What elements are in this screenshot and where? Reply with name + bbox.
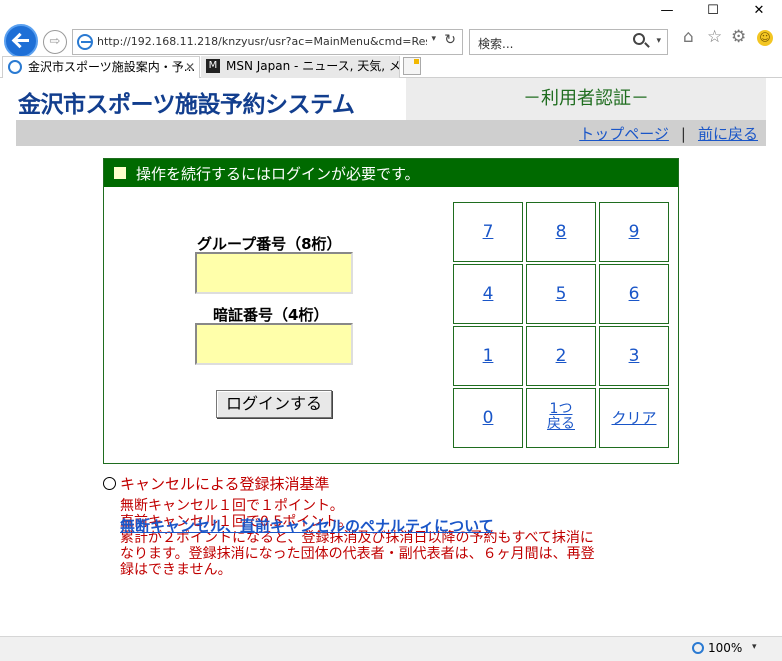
ie-logo-icon [77,34,93,50]
search-input[interactable]: 検索... [478,35,513,52]
key-label: 8 [555,222,567,242]
key-label: 6 [628,284,640,304]
key-label: 2 [555,346,567,366]
login-required-message: 操作を続行するにはログインが必要です。 [136,165,420,183]
key-6[interactable]: 6 [599,264,669,324]
msn-logo-icon: M [206,59,220,73]
search-icon[interactable] [633,33,645,45]
square-bullet-icon [114,167,126,179]
login-panel: 操作を続行するにはログインが必要です。 グループ番号（8桁） 暗証番号（4桁） … [103,158,679,464]
new-tab-icon[interactable] [403,57,421,75]
notice-line: 無断キャンセル１回で１ポイント。 [120,498,344,514]
tab-close-icon[interactable]: ✕ [185,57,195,77]
close-window-button[interactable]: ✕ [736,2,782,20]
backspace-top-label: 1つ [549,401,573,417]
key-label: 5 [555,284,567,304]
site-title: 金沢市スポーツ施設予約システム [18,92,355,118]
address-url[interactable]: http://192.168.11.218/knzyusr/usr?ac=Mai… [97,35,427,48]
circle-bullet-icon [103,477,116,490]
search-box[interactable]: 検索... ▾ [469,29,668,55]
zoom-level[interactable]: 100% [708,641,742,655]
notice-body: 無断キャンセル１回で１ポイント。 直前キャンセル１回で0.5ポイント。 累計が２… [120,498,680,578]
pin-field[interactable] [195,323,353,365]
login-button[interactable]: ログインする [216,390,332,418]
key-label: クリア [611,409,657,427]
tab-kanazawa-sports[interactable]: 金沢市スポーツ施設案内・予... ✕ [2,56,200,78]
key-label: 9 [628,222,640,242]
key-7[interactable]: 7 [453,202,523,262]
tab-label: MSN Japan - ニュース, 天気, メー... [226,59,400,73]
notice-line: なります。登録抹消になった団体の代表者・副代表者は、６ヶ月間は、再登 [120,546,595,562]
key-label: 3 [628,346,640,366]
key-backspace[interactable]: 1つ 戻る [526,388,596,448]
tab-bar: 金沢市スポーツ施設案内・予... ✕ M MSN Japan - ニュース, 天… [0,56,782,78]
page-title: －利用者認証－ [523,88,649,109]
forward-icon[interactable]: ⇨ [43,30,67,54]
key-5[interactable]: 5 [526,264,596,324]
notice-line: 録はできません。 [120,562,232,578]
group-number-field[interactable] [195,252,353,294]
link-bar: トップページ | 前に戻る [16,120,766,146]
zoom-dropdown-icon[interactable]: ▾ [752,642,757,652]
notice-heading-text: キャンセルによる登録抹消基準 [120,475,330,493]
browser-navbar: ⇨ http://192.168.11.218/knzyusr/usr?ac=M… [0,22,782,58]
back-icon[interactable] [4,24,38,58]
link-separator: | [680,125,686,143]
key-label: 0 [482,408,494,428]
address-bar[interactable]: http://192.168.11.218/knzyusr/usr?ac=Mai… [72,29,463,55]
key-clear[interactable]: クリア [599,388,669,448]
key-4[interactable]: 4 [453,264,523,324]
key-9[interactable]: 9 [599,202,669,262]
search-dropdown-icon[interactable]: ▾ [656,36,661,46]
tab-label: 金沢市スポーツ施設案内・予... [28,60,196,74]
status-bar: 100% ▾ [0,636,782,661]
settings-gear-icon[interactable]: ⚙ [731,27,746,47]
nav-links: トップページ | 前に戻る [579,123,758,144]
maximize-button[interactable]: ☐ [690,2,736,20]
page-content: 金沢市スポーツ施設予約システム －利用者認証－ トップページ | 前に戻る 操作を続… [0,78,782,636]
penalty-info-link[interactable]: 無断キャンセル、直前キャンセルのペナルティについて [120,515,494,536]
address-dropdown-icon[interactable]: ▾ [431,34,436,44]
top-page-link[interactable]: トップページ [579,125,669,143]
key-label: 1 [482,346,494,366]
key-label: 1つ 戻る [547,389,575,432]
key-label: 4 [482,284,494,304]
group-number-label: グループ番号（8桁） [197,235,342,253]
home-icon[interactable]: ⌂ [683,27,694,47]
key-2[interactable]: 2 [526,326,596,386]
cancellation-notice: キャンセルによる登録抹消基準 無断キャンセル１回で１ポイント。 直前キャンセル１… [103,473,683,578]
notice-heading: キャンセルによる登録抹消基準 [103,473,683,494]
ie-page-icon [8,60,22,74]
login-panel-header: 操作を続行するにはログインが必要です。 [104,159,678,187]
site-banner: 金沢市スポーツ施設予約システム [16,78,406,120]
feedback-smiley-icon[interactable]: ☺ [757,30,773,46]
favorites-star-icon[interactable]: ☆ [707,27,722,47]
minimize-button[interactable]: — [644,2,690,20]
key-1[interactable]: 1 [453,326,523,386]
backspace-bottom-label: 戻る [547,416,575,432]
numeric-keypad: 7 8 9 4 5 6 1 2 3 0 1つ 戻る クリア [453,202,671,450]
refresh-icon[interactable]: ↻ [444,32,456,48]
pin-label: 暗証番号（4桁） [213,306,329,324]
tab-msn-japan[interactable]: M MSN Japan - ニュース, 天気, メー... [201,56,400,78]
key-8[interactable]: 8 [526,202,596,262]
window-titlebar: — ☐ ✕ [0,0,782,22]
auth-header: －利用者認証－ [406,78,766,120]
key-0[interactable]: 0 [453,388,523,448]
zoom-globe-icon[interactable] [692,642,704,654]
key-3[interactable]: 3 [599,326,669,386]
go-back-link[interactable]: 前に戻る [698,125,758,143]
key-label: 7 [482,222,494,242]
